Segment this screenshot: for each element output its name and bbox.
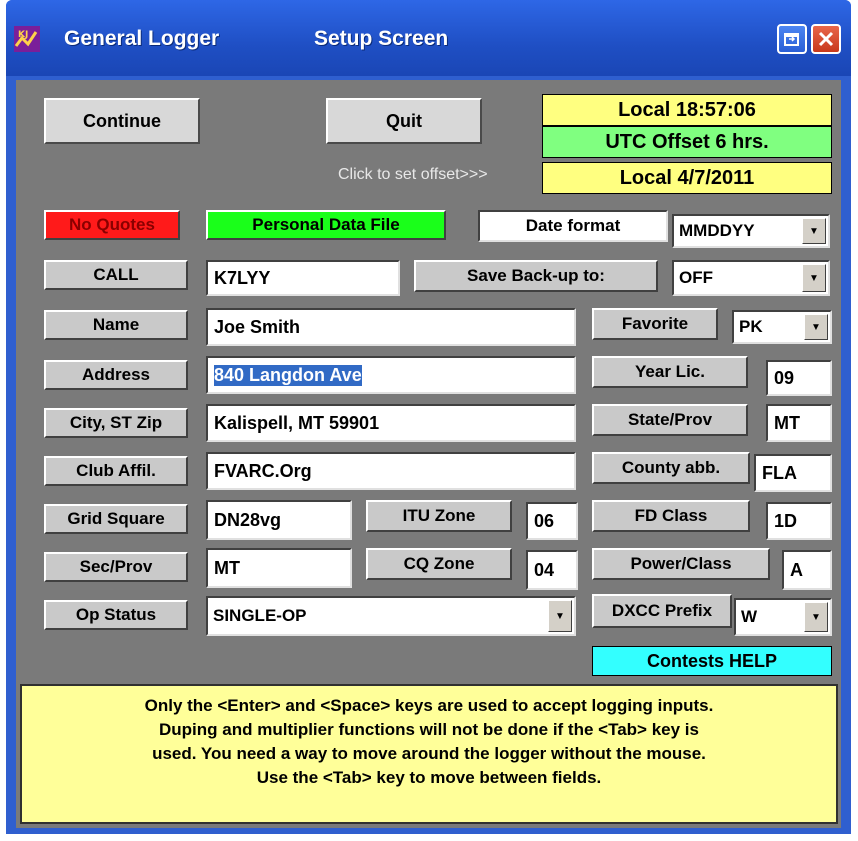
no-quotes-button[interactable]: No Quotes <box>44 210 180 240</box>
power-class-button[interactable]: Power/Class <box>592 548 770 580</box>
city-label-button[interactable]: City, ST Zip <box>44 408 188 438</box>
club-label-button[interactable]: Club Affil. <box>44 456 188 486</box>
name-input[interactable]: Joe Smith <box>206 308 576 346</box>
title-bar[interactable]: KJ General Logger Setup Screen <box>6 0 851 76</box>
name-label-button[interactable]: Name <box>44 310 188 340</box>
address-input[interactable]: 840 Langdon Ave <box>206 356 576 394</box>
fd-class-input[interactable]: 1D <box>766 502 832 540</box>
itu-zone-button[interactable]: ITU Zone <box>366 500 512 532</box>
fd-class-button[interactable]: FD Class <box>592 500 750 532</box>
offset-hint: Click to set offset>>> <box>338 166 488 183</box>
backup-value: OFF <box>679 268 713 287</box>
chevron-down-icon[interactable]: ▼ <box>804 314 828 340</box>
cq-zone-button[interactable]: CQ Zone <box>366 548 512 580</box>
utc-offset-button[interactable]: UTC Offset 6 hrs. <box>542 126 832 158</box>
close-button[interactable] <box>811 24 841 54</box>
local-time-display[interactable]: Local 18:57:06 <box>542 94 832 126</box>
county-input[interactable]: FLA <box>754 454 832 492</box>
club-input[interactable]: FVARC.Org <box>206 452 576 490</box>
logger-window: KJ General Logger Setup Screen Continue … <box>6 0 851 834</box>
sec-prov-input[interactable]: MT <box>206 548 352 588</box>
chevron-down-icon[interactable]: ▼ <box>802 218 826 244</box>
date-format-value: MMDDYY <box>679 221 755 240</box>
app-logo-icon: KJ <box>14 26 40 52</box>
city-input[interactable]: Kalispell, MT 59901 <box>206 404 576 442</box>
backup-select[interactable]: OFF ▼ <box>672 260 830 296</box>
chevron-down-icon[interactable]: ▼ <box>548 600 572 632</box>
date-format-select[interactable]: MMDDYY ▼ <box>672 214 830 248</box>
call-input[interactable]: K7LYY <box>206 260 400 296</box>
favorite-button[interactable]: Favorite <box>592 308 718 340</box>
itu-zone-input[interactable]: 06 <box>526 502 578 540</box>
favorite-select[interactable]: PK ▼ <box>732 310 832 344</box>
contests-help-button[interactable]: Contests HELP <box>592 646 832 676</box>
app-title: General Logger <box>64 27 220 50</box>
state-prov-button[interactable]: State/Prov <box>592 404 748 436</box>
address-label-button[interactable]: Address <box>44 360 188 390</box>
favorite-value: PK <box>739 317 763 336</box>
sec-prov-button[interactable]: Sec/Prov <box>44 552 188 582</box>
grid-square-button[interactable]: Grid Square <box>44 504 188 534</box>
chevron-down-icon[interactable]: ▼ <box>804 602 828 632</box>
chevron-down-icon[interactable]: ▼ <box>802 264 826 292</box>
help-line: Only the <Enter> and <Space> keys are us… <box>144 696 714 715</box>
cq-zone-input[interactable]: 04 <box>526 550 578 590</box>
year-lic-input[interactable]: 09 <box>766 360 832 396</box>
setup-panel: Continue Quit Local 18:57:06 UTC Offset … <box>16 80 841 828</box>
svg-text:KJ: KJ <box>18 30 28 40</box>
power-class-input[interactable]: A <box>782 550 832 590</box>
save-backup-button[interactable]: Save Back-up to: <box>414 260 658 292</box>
dxcc-value: W <box>741 607 758 626</box>
grid-square-input[interactable]: DN28vg <box>206 500 352 540</box>
help-message-box: Only the <Enter> and <Space> keys are us… <box>20 684 838 824</box>
op-status-select[interactable]: SINGLE-OP ▼ <box>206 596 576 636</box>
continue-button[interactable]: Continue <box>44 98 200 144</box>
help-line: Duping and multiplier functions will not… <box>159 720 699 739</box>
help-line: Use the <Tab> key to move between fields… <box>256 768 602 787</box>
personal-data-file-button[interactable]: Personal Data File <box>206 210 446 240</box>
call-label-button[interactable]: CALL <box>44 260 188 290</box>
restore-icon <box>784 33 799 46</box>
help-line: used. You need a way to move around the … <box>152 744 706 763</box>
county-button[interactable]: County abb. <box>592 452 750 484</box>
op-status-value: SINGLE-OP <box>213 606 307 625</box>
close-icon <box>818 31 834 47</box>
dxcc-select[interactable]: W ▼ <box>734 598 832 636</box>
local-date-display: Local 4/7/2011 <box>542 162 832 194</box>
state-prov-input[interactable]: MT <box>766 404 832 442</box>
quit-button[interactable]: Quit <box>326 98 482 144</box>
op-status-button[interactable]: Op Status <box>44 600 188 630</box>
year-lic-button[interactable]: Year Lic. <box>592 356 748 388</box>
restore-button[interactable] <box>777 24 807 54</box>
dxcc-prefix-button[interactable]: DXCC Prefix <box>592 594 732 628</box>
screen-title: Setup Screen <box>314 27 449 50</box>
address-value: 840 Langdon Ave <box>214 364 362 386</box>
date-format-label: Date format <box>478 210 668 242</box>
